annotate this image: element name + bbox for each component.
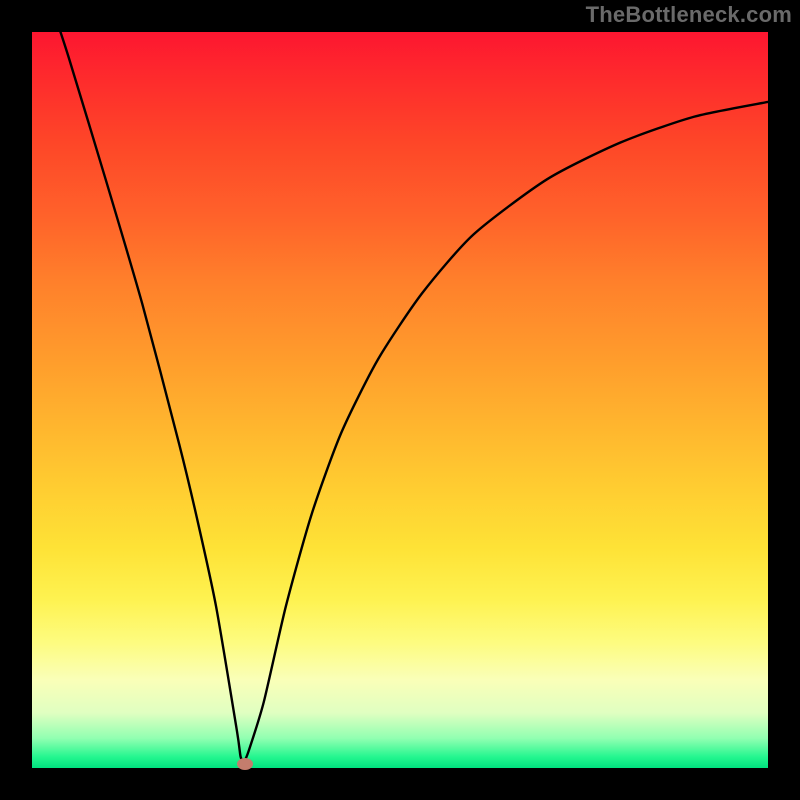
plot-area — [32, 32, 768, 768]
bottleneck-curve — [32, 32, 768, 768]
chart-container: TheBottleneck.com — [0, 0, 800, 800]
attribution-watermark: TheBottleneck.com — [586, 2, 792, 28]
